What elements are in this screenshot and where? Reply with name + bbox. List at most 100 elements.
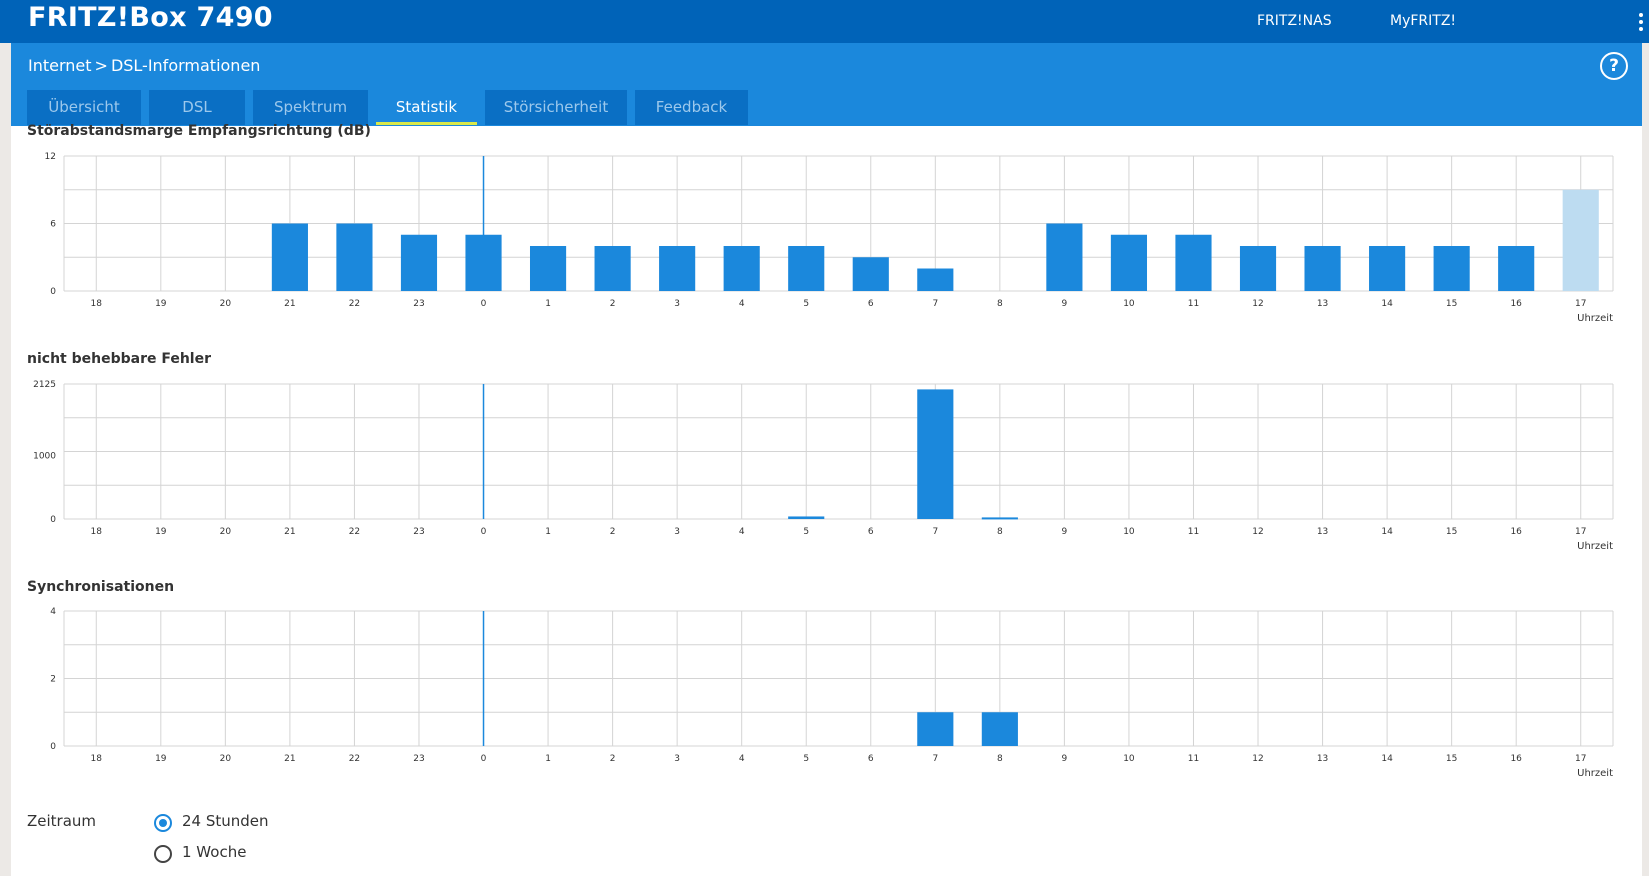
- x-tick-label: 5: [803, 299, 809, 309]
- x-tick-label: 1: [545, 754, 551, 764]
- chart-bar: [917, 268, 954, 291]
- x-tick-label: 11: [1188, 527, 1199, 537]
- x-tick-label: 13: [1317, 754, 1328, 764]
- x-tick-label: 10: [1123, 754, 1135, 764]
- chart-bar: [336, 223, 373, 291]
- x-tick-label: 8: [997, 754, 1003, 764]
- radio-1-woche-label: 1 Woche: [182, 843, 247, 861]
- chart-bar: [271, 223, 308, 291]
- x-tick-label: 6: [868, 527, 874, 537]
- chart-bar: [1369, 246, 1406, 291]
- x-tick-label: 16: [1510, 754, 1522, 764]
- chart-bar: [1239, 246, 1277, 291]
- chart-bar: [1110, 234, 1148, 291]
- help-icon[interactable]: ?: [1600, 52, 1628, 80]
- top-bar: FRITZ!Box 7490 FRITZ!NAS MyFRITZ!: [0, 0, 1649, 43]
- x-tick-label: 19: [155, 754, 167, 764]
- x-tick-label: 4: [739, 299, 745, 309]
- x-tick-label: 23: [413, 299, 424, 309]
- x-tick-label: 18: [91, 527, 103, 537]
- y-tick-label: 0: [50, 742, 56, 752]
- x-tick-label: 4: [739, 527, 745, 537]
- x-tick-label: 12: [1252, 754, 1263, 764]
- radio-button-checked[interactable]: [154, 814, 172, 832]
- chart-bar: [981, 712, 1018, 746]
- chart-title-snr: Störabstandsmarge Empfangsrichtung (dB): [27, 123, 371, 139]
- chart-bar: [1304, 246, 1341, 291]
- x-tick-label: 12: [1252, 527, 1263, 537]
- x-tick-label: 20: [220, 754, 232, 764]
- x-tick-label: 13: [1317, 527, 1328, 537]
- chart-bar: [465, 234, 502, 291]
- breadcrumb-internet[interactable]: Internet: [28, 56, 92, 75]
- x-tick-label: 5: [803, 754, 809, 764]
- x-tick-label: 7: [932, 527, 938, 537]
- chart-bar: [1498, 246, 1535, 291]
- chart-snr-margin: 061218 19 20 21 22 23 0 1 2 3 4 5 6 7 8 9 10 11 12 13 14 15 16…: [45, 152, 1614, 324]
- x-tick-label: 9: [1062, 299, 1068, 309]
- sub-header: Internet > DSL-Informationen ? Übersicht D…: [11, 43, 1642, 126]
- x-tick-label: 0: [481, 527, 487, 537]
- x-tick-label: 17: [1575, 754, 1586, 764]
- x-tick-label: 15: [1446, 754, 1457, 764]
- x-tick-label: 7: [932, 754, 938, 764]
- fritz-nas-link[interactable]: FRITZ!NAS: [1257, 13, 1332, 29]
- x-tick-label: 22: [349, 299, 360, 309]
- x-tick-label: 1: [545, 299, 551, 309]
- breadcrumb: Internet > DSL-Informationen: [28, 56, 260, 75]
- x-tick-label: 1: [545, 527, 551, 537]
- x-tick-label: 5: [803, 527, 809, 537]
- x-tick-label: 11: [1188, 754, 1199, 764]
- x-tick-label: 3: [674, 299, 680, 309]
- chart-bar: [723, 246, 760, 291]
- tab-statistik[interactable]: Statistik: [376, 90, 477, 125]
- chart-bar: [1175, 234, 1212, 291]
- x-tick-label: 4: [739, 754, 745, 764]
- x-tick-label: 18: [91, 299, 103, 309]
- right-margin: [1642, 0, 1649, 876]
- tab-uebersicht[interactable]: Übersicht: [27, 90, 141, 125]
- x-tick-label: 21: [284, 527, 295, 537]
- chart-bar: [788, 246, 825, 291]
- x-tick-label: 11: [1188, 299, 1199, 309]
- chart-bar: [1046, 223, 1083, 291]
- tab-stoersicherheit[interactable]: Störsicherheit: [485, 90, 627, 125]
- x-tick-label: 7: [932, 299, 938, 309]
- x-tick-label: 20: [220, 527, 232, 537]
- x-tick-label: 18: [91, 754, 103, 764]
- tab-feedback[interactable]: Feedback: [635, 90, 748, 125]
- tab-spektrum[interactable]: Spektrum: [253, 90, 368, 125]
- x-tick-label: 15: [1446, 299, 1457, 309]
- x-tick-label: 21: [284, 299, 295, 309]
- x-tick-label: 13: [1317, 299, 1328, 309]
- x-tick-label: 21: [284, 754, 295, 764]
- x-tick-label: 17: [1575, 527, 1586, 537]
- chart-bar: [529, 246, 567, 291]
- x-axis-label: Uhrzeit: [1577, 768, 1613, 779]
- chart-title-errors: nicht behebbare Fehler: [27, 351, 211, 367]
- y-tick-label: 2125: [33, 380, 56, 390]
- x-tick-label: 12: [1252, 299, 1263, 309]
- x-tick-label: 8: [997, 527, 1003, 537]
- y-tick-label: 6: [50, 220, 56, 230]
- x-tick-label: 10: [1123, 299, 1135, 309]
- breadcrumb-current: DSL-Informationen: [110, 56, 261, 75]
- radio-24-stunden-label: 24 Stunden: [182, 812, 269, 830]
- zeitraum-label: Zeitraum: [27, 812, 97, 830]
- x-tick-label: 8: [997, 299, 1003, 309]
- x-tick-label: 6: [868, 299, 874, 309]
- chart-bar: [400, 234, 438, 291]
- myfritz-link[interactable]: MyFRITZ!: [1390, 13, 1456, 29]
- y-tick-label: 4: [50, 607, 56, 617]
- x-tick-label: 19: [155, 527, 167, 537]
- radio-button[interactable]: [154, 845, 172, 863]
- brand-title: FRITZ!Box 7490: [28, 2, 273, 33]
- tab-dsl[interactable]: DSL: [149, 90, 245, 125]
- x-tick-label: 20: [220, 299, 232, 309]
- chart-bar: [852, 257, 889, 291]
- chart-bar: [917, 389, 954, 519]
- chart-bar: [917, 712, 954, 746]
- x-tick-label: 10: [1123, 527, 1135, 537]
- more-menu-icon[interactable]: [1639, 13, 1643, 31]
- x-tick-label: 3: [674, 754, 680, 764]
